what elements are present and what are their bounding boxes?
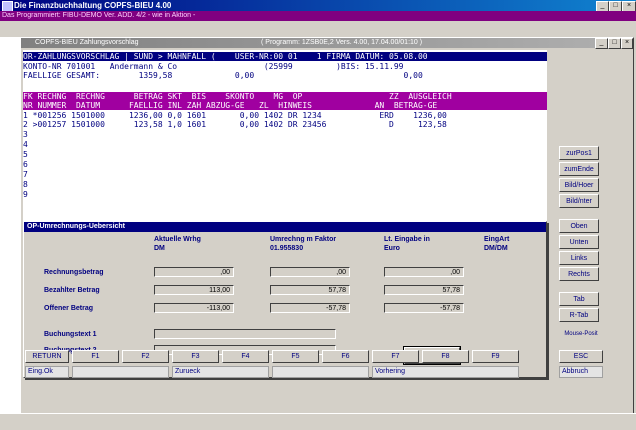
program-banner: Das Programmiert: FIBU-DEMO Ver. ADD. 4/… (0, 11, 636, 21)
right-button[interactable]: Rechts (559, 267, 599, 281)
dialog-title: OP-Umrechnungs-Uebersicht (27, 223, 126, 230)
fkey-f9[interactable]: F9 (472, 350, 519, 363)
page-up-button[interactable]: Bild/Hoer (559, 178, 599, 192)
column-header-1: FK RECHNG RECHNG BETRAG SKT BIS SKONTO M… (23, 92, 547, 101)
label-open-amount: Offener Betrag (44, 305, 94, 312)
fkey-f1[interactable]: F1 (72, 350, 119, 363)
fkey-f4[interactable]: F4 (222, 350, 269, 363)
row-number: 7 (23, 170, 28, 179)
page-down-button[interactable]: Bild/nter (559, 194, 599, 208)
tab-button[interactable]: Tab (559, 292, 599, 306)
esc-sub: Abbruch (559, 366, 603, 378)
fkey-sub-f5 (272, 366, 369, 378)
fkey-sub-return: Eing.Ok (25, 366, 69, 378)
label-invoice-amount: Rechnungsbetrag (44, 269, 104, 276)
reverse-tab-button[interactable]: R-Tab (559, 308, 599, 322)
program-version: ( Programm: 1ZSB0E,2 Vers. 4.00, 17.04.0… (261, 39, 423, 46)
goto-end-button[interactable]: zumEnde (559, 162, 599, 176)
table-row[interactable]: 1 *001256 1501000 1236,00 0,0 1601 0,00 … (23, 111, 547, 120)
column-header-2: NR NUMMER DATUM FAELLIG INL ZAH ABZUG-GE… (23, 101, 547, 110)
invoice-amount-euro[interactable]: ,00 (384, 267, 464, 277)
inner-maximize-icon[interactable]: □ (608, 38, 621, 49)
inner-close-icon[interactable]: × (621, 38, 633, 49)
col-header-current: Aktuelle Wrhg (154, 236, 201, 243)
mouse-position-label: Mouse-Posit (564, 331, 598, 337)
fkey-f6[interactable]: F6 (322, 350, 369, 363)
paid-amount-dm: 113,00 (154, 285, 234, 295)
paid-amount-euro[interactable]: 57,78 (384, 285, 464, 295)
invoice-amount-converted: ,00 (270, 267, 350, 277)
terminal-screen: OR-ZAHLUNGSVORSCHLAG | SUND > MAHNFALL (… (23, 50, 547, 378)
fkey-f7[interactable]: F7 (372, 350, 419, 363)
col-header-input: Lt. Eingabe in (384, 236, 430, 243)
row-number: 9 (23, 190, 28, 199)
fkey-f3[interactable]: F3 (172, 350, 219, 363)
label-paid-amount: Bezahlter Betrag (44, 287, 100, 294)
row-number: 5 (23, 150, 28, 159)
label-booking-text-1: Buchungstext 1 (44, 331, 97, 338)
inner-window-title: COPFS-BIEU Zahlungsvorschlag (35, 39, 139, 46)
esc-key[interactable]: ESC (559, 350, 603, 363)
row-number: 8 (23, 180, 28, 189)
outer-window-titlebar: Die Finanzbuchhaltung COPFS-BIEU 4.00 (0, 0, 636, 11)
fkey-f5[interactable]: F5 (272, 350, 319, 363)
col-header-entry-type-value: DM/DM (484, 245, 508, 252)
col-header-factor: Umrechng m Faktor (270, 236, 337, 243)
banner-text: Das Programmiert: FIBU-DEMO Ver. ADD. 4/… (2, 12, 196, 19)
up-button[interactable]: Oben (559, 219, 599, 233)
left-button[interactable]: Links (559, 251, 599, 265)
goto-first-button[interactable]: zurPos1 (559, 146, 599, 160)
fkey-sub-f7: Vorhering (372, 366, 519, 378)
inner-minimize-icon[interactable]: _ (595, 38, 608, 49)
screen-account-line: KONTO-NR 701001 Andermann & Co (25999 )B… (23, 62, 404, 71)
table-row[interactable]: 2 >001257 1501000 123,58 1,0 1601 0,00 1… (23, 120, 547, 129)
booking-text-1-field[interactable] (154, 329, 336, 339)
fkey-sub-f1 (72, 366, 169, 378)
fkey-sub-f3: Zurueck (172, 366, 269, 378)
paid-amount-converted: 57,78 (270, 285, 350, 295)
screen-total-line: FAELLIGE GESAMT: 1359,58 0,00 0,00 (23, 71, 423, 80)
outer-window-title: Die Finanzbuchhaltung COPFS-BIEU 4.00 (14, 1, 172, 10)
col-header-current-unit: DM (154, 245, 165, 252)
fkey-f8[interactable]: F8 (422, 350, 469, 363)
row-number: 4 (23, 140, 28, 149)
inner-window: COPFS-BIEU Zahlungsvorschlag ( Programm:… (20, 37, 634, 415)
fkey-return[interactable]: RETURN (25, 350, 69, 363)
col-header-factor-value: 01.955830 (270, 245, 304, 252)
invoice-amount-dm: ,00 (154, 267, 234, 277)
background-area (0, 37, 20, 413)
fkey-f2[interactable]: F2 (122, 350, 169, 363)
dialog-titlebar: OP-Umrechnungs-Uebersicht (24, 222, 546, 232)
status-bar (0, 413, 636, 430)
open-amount-dm: -113,00 (154, 303, 234, 313)
open-amount-euro[interactable]: -57,78 (384, 303, 464, 313)
screen-header-line1: OR-ZAHLUNGSVORSCHLAG | SUND > MAHNFALL (… (23, 52, 547, 61)
row-number: 3 (23, 130, 28, 139)
row-number: 6 (23, 160, 28, 169)
col-header-entry-type: EingArt (484, 236, 510, 243)
open-amount-converted: -57,78 (270, 303, 350, 313)
inner-window-titlebar: COPFS-BIEU Zahlungsvorschlag ( Programm:… (21, 38, 633, 48)
down-button[interactable]: Unten (559, 235, 599, 249)
col-header-input-unit: Euro (384, 245, 400, 252)
